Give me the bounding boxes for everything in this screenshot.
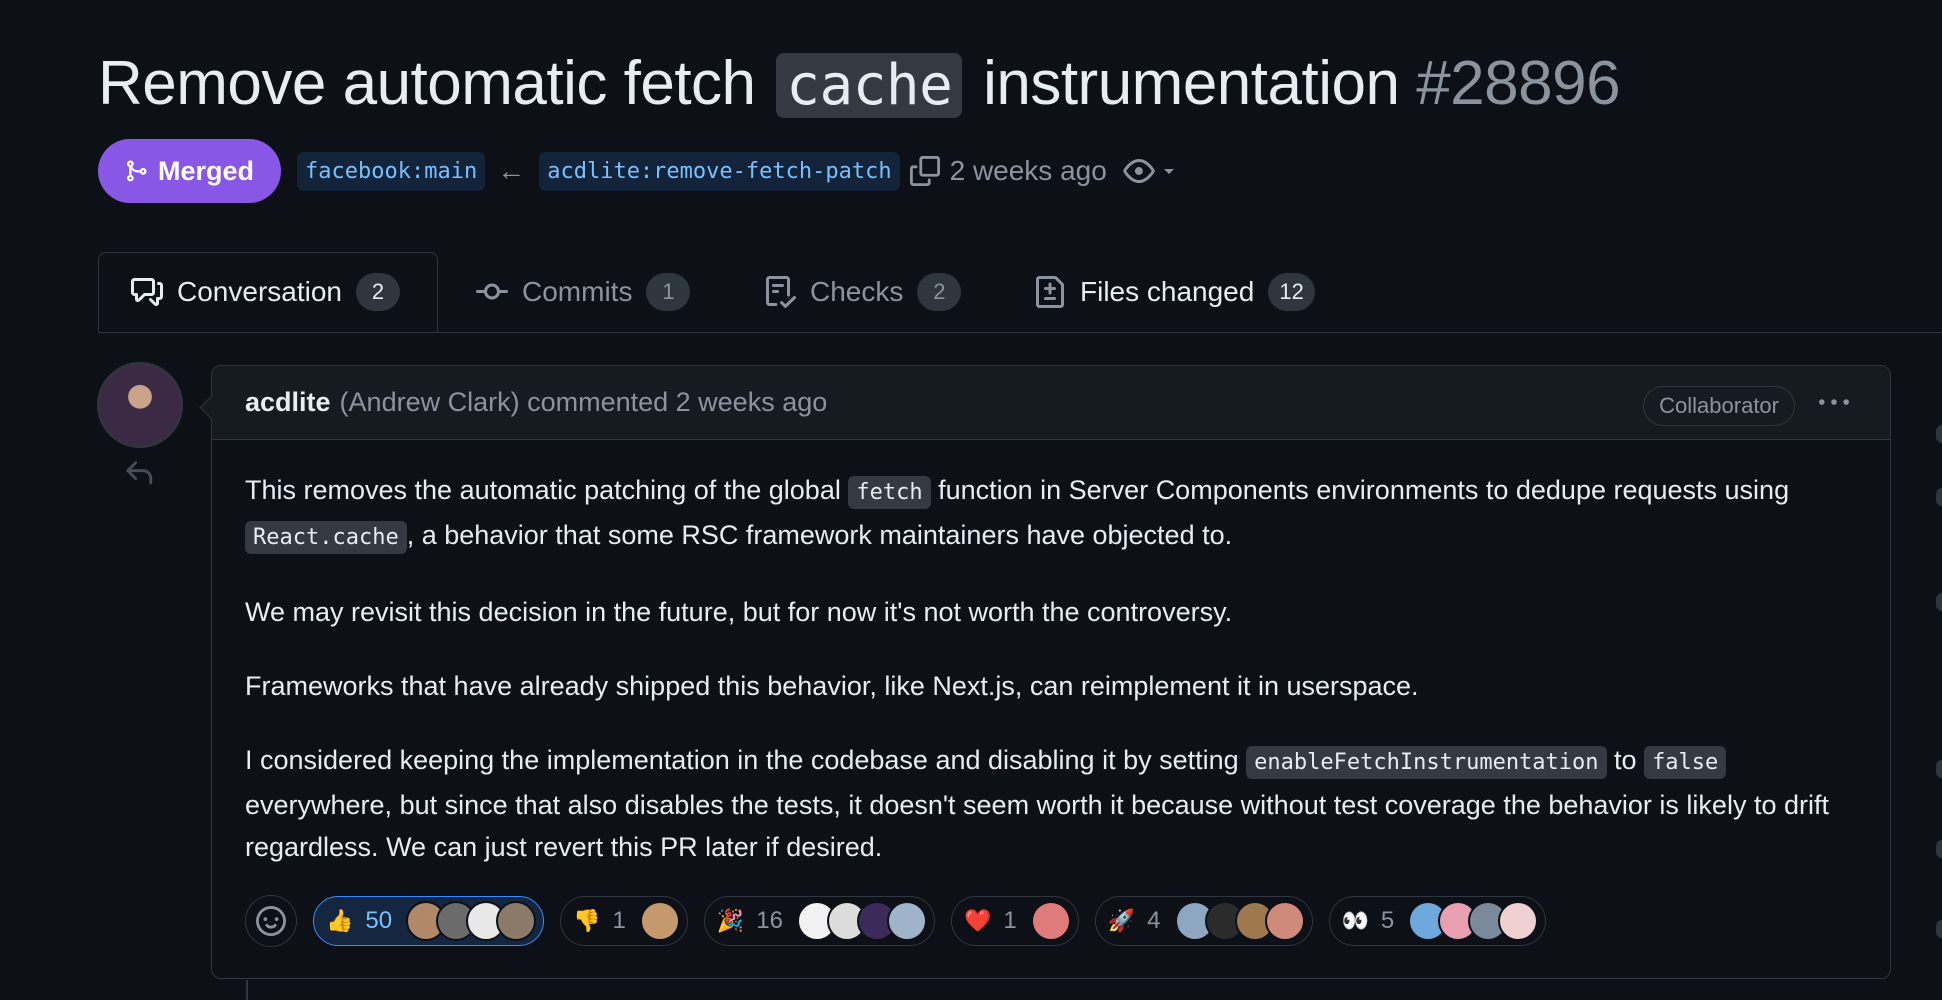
text: everywhere, but since that also disables… bbox=[245, 790, 1829, 862]
text: , a behavior that some RSC framework mai… bbox=[406, 520, 1233, 550]
tab-commits-label: Commits bbox=[522, 276, 633, 307]
reaction-count: 1 bbox=[612, 907, 626, 934]
text: This removes the automatic patching of t… bbox=[245, 475, 849, 505]
eyes-icon: 👀 bbox=[1341, 908, 1369, 933]
title-text-end: instrumentation bbox=[966, 49, 1400, 118]
reaction-count: 16 bbox=[756, 907, 783, 934]
sidebar-edge-avatar bbox=[1936, 760, 1942, 778]
tab-checks-label: Checks bbox=[810, 276, 904, 307]
reactor-avatars bbox=[1408, 901, 1539, 941]
reactor-avatars bbox=[1174, 901, 1305, 941]
comment-paragraph: Frameworks that have already shipped thi… bbox=[245, 671, 1419, 701]
comment-discussion-icon bbox=[131, 278, 163, 306]
avatar bbox=[639, 901, 680, 941]
sidebar-edge-avatar bbox=[1936, 425, 1942, 443]
tab-checks[interactable]: Checks 2 bbox=[764, 252, 962, 332]
avatar bbox=[1498, 901, 1539, 941]
head-branch-link[interactable]: acdlite:remove-fetch-patch bbox=[539, 151, 900, 191]
comment-paragraph: We may revisit this decision in the futu… bbox=[245, 597, 1233, 627]
pr-number: #28896 bbox=[1416, 49, 1621, 118]
reaction-hooray[interactable]: 🎉 16 bbox=[703, 896, 935, 946]
timeline-line bbox=[246, 980, 248, 1000]
sidebar-edge-avatar bbox=[1936, 593, 1942, 611]
party-popper-icon: 🎉 bbox=[716, 908, 745, 933]
pr-meta: Merged facebook:main ← acdlite:remove-fe… bbox=[98, 139, 1177, 203]
merge-icon bbox=[127, 160, 147, 182]
tab-conversation-label: Conversation bbox=[177, 276, 342, 307]
reaction-rocket[interactable]: 🚀 4 bbox=[1094, 896, 1313, 946]
comment-paragraph: This removes the automatic patching of t… bbox=[245, 469, 1857, 559]
inline-code: false bbox=[1644, 746, 1727, 779]
text: I considered keeping the implementation … bbox=[245, 745, 1247, 775]
sidebar-edge-avatar bbox=[1936, 840, 1942, 858]
merged-label: Merged bbox=[158, 155, 255, 186]
reaction-eyes[interactable]: 👀 5 bbox=[1328, 896, 1547, 946]
avatar[interactable] bbox=[97, 362, 183, 448]
reactor-avatars bbox=[406, 901, 537, 941]
tab-files-changed-label: Files changed bbox=[1080, 276, 1255, 307]
comment-paragraph: I considered keeping the implementation … bbox=[245, 739, 1857, 868]
sidebar-edge-avatar bbox=[1936, 920, 1942, 938]
merged-status-badge: Merged bbox=[98, 139, 282, 203]
watch-dropdown[interactable] bbox=[1123, 155, 1177, 187]
smiley-icon bbox=[256, 906, 286, 936]
comment-body: This removes the automatic patching of t… bbox=[212, 440, 1890, 868]
tab-files-changed-count: 12 bbox=[1268, 273, 1315, 311]
pr-tabs: Conversation 2 Commits 1 Checks 2 Files … bbox=[98, 252, 1942, 333]
caret-down-icon bbox=[1163, 169, 1174, 174]
reactor-avatars bbox=[796, 901, 927, 941]
title-code: cache bbox=[776, 53, 963, 118]
avatar bbox=[1030, 901, 1071, 941]
reaction-thumbs-down[interactable]: 👎 1 bbox=[560, 896, 688, 946]
comment-meta: (Andrew Clark) commented 2 weeks ago bbox=[339, 387, 828, 417]
inline-code: React.cache bbox=[245, 521, 407, 554]
file-diff-icon bbox=[1036, 276, 1064, 308]
reaction-heart[interactable]: ❤️ 1 bbox=[950, 896, 1079, 946]
text: to bbox=[1606, 745, 1645, 775]
pr-title: Remove automatic fetch cache instrumenta… bbox=[98, 44, 1621, 126]
avatar bbox=[496, 901, 537, 941]
tab-conversation-count: 2 bbox=[355, 273, 400, 311]
reply-icon bbox=[126, 461, 153, 485]
reaction-count: 1 bbox=[1003, 907, 1017, 934]
avatar bbox=[1264, 901, 1305, 941]
tab-commits[interactable]: Commits 1 bbox=[476, 252, 691, 332]
kebab-menu-icon[interactable] bbox=[1816, 388, 1852, 418]
tab-conversation[interactable]: Conversation 2 bbox=[98, 252, 438, 332]
inline-code: enableFetchInstrumentation bbox=[1246, 746, 1607, 779]
comment-box: acdlite (Andrew Clark) commented 2 weeks… bbox=[211, 365, 1891, 979]
collaborator-badge: Collaborator bbox=[1643, 386, 1795, 426]
arrow-left-icon: ← bbox=[497, 155, 526, 186]
comment-header: acdlite (Andrew Clark) commented 2 weeks… bbox=[212, 366, 1890, 440]
avatar bbox=[886, 901, 927, 941]
reactor-avatars bbox=[1030, 901, 1071, 941]
tab-files-changed[interactable]: Files changed 12 bbox=[1034, 252, 1315, 332]
comment-author[interactable]: acdlite bbox=[245, 387, 331, 418]
reaction-count: 5 bbox=[1380, 907, 1395, 934]
tab-commits-count: 1 bbox=[646, 273, 691, 311]
checklist-icon bbox=[766, 276, 796, 308]
thumbs-down-icon: 👎 bbox=[573, 908, 601, 933]
reactor-avatars bbox=[639, 901, 680, 941]
rocket-icon: 🚀 bbox=[1107, 908, 1136, 933]
thumbs-up-icon: 👍 bbox=[326, 908, 354, 933]
inline-code: fetch bbox=[848, 476, 931, 509]
reaction-count: 50 bbox=[365, 907, 393, 934]
text: function in Server Components environmen… bbox=[930, 475, 1790, 505]
heart-icon: ❤️ bbox=[963, 908, 992, 933]
pr-time: 2 weeks ago bbox=[949, 155, 1107, 186]
base-branch-link[interactable]: facebook:main bbox=[297, 151, 486, 191]
add-reaction-button[interactable] bbox=[245, 895, 297, 947]
tab-checks-count: 2 bbox=[917, 273, 962, 311]
git-commit-icon bbox=[476, 283, 508, 300]
eye-icon bbox=[1123, 159, 1155, 183]
copy-icon[interactable] bbox=[909, 156, 940, 186]
reaction-thumbs-up[interactable]: 👍 50 bbox=[313, 896, 545, 946]
sidebar-edge-avatar bbox=[1936, 488, 1942, 506]
reactions-bar: 👍 50 👎 1 🎉 16 ❤️ 1 🚀 4 👀 5 bbox=[245, 895, 1547, 947]
reaction-count: 4 bbox=[1147, 907, 1161, 934]
title-text: Remove automatic fetch bbox=[98, 49, 773, 118]
pr-page: Remove automatic fetch cache instrumenta… bbox=[0, 0, 1942, 1000]
